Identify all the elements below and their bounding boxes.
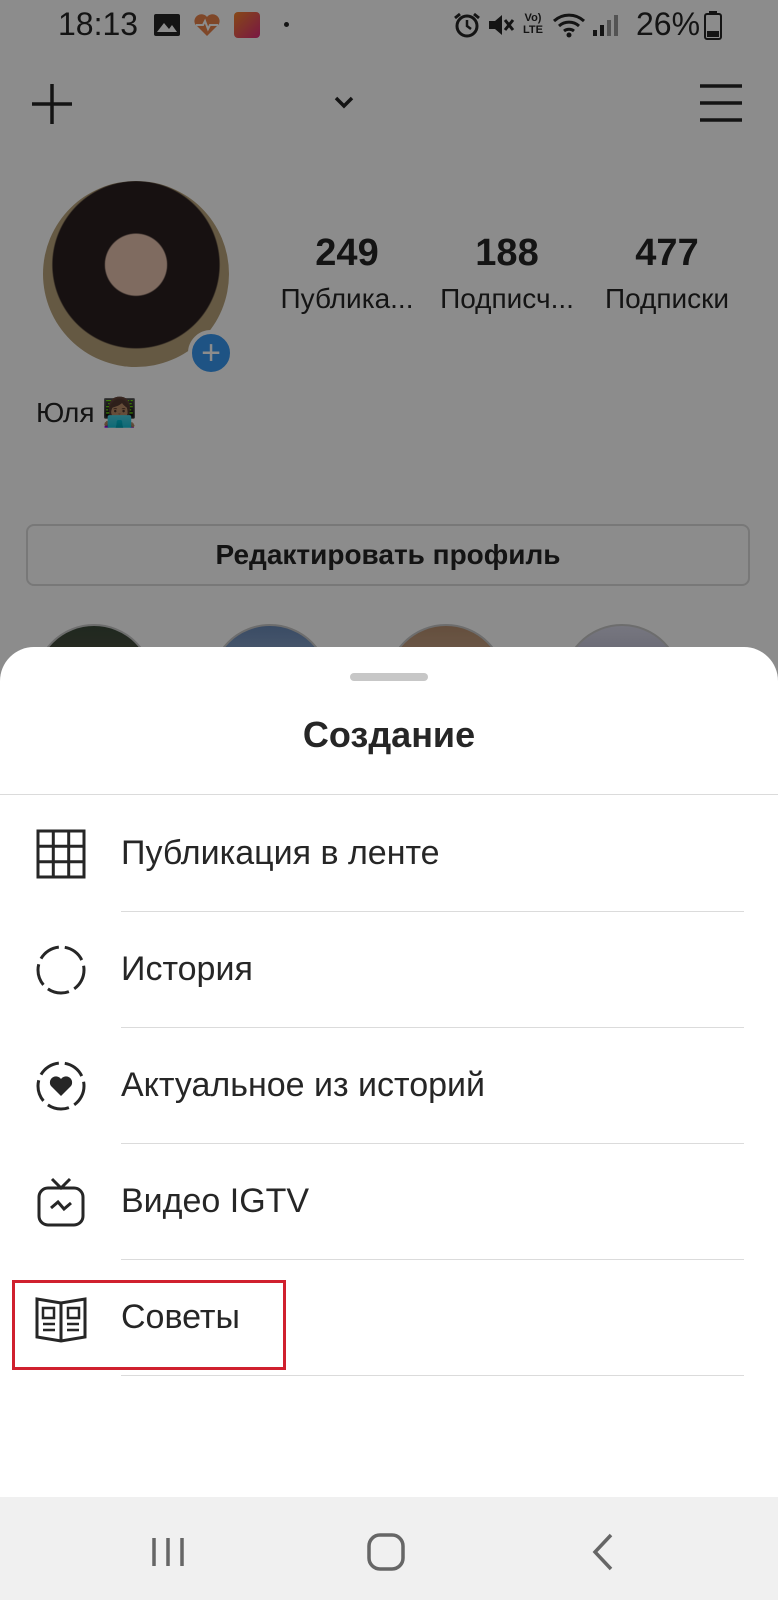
highlight-annotation-box — [12, 1280, 286, 1370]
menu-item-label: Публикация в ленте — [121, 834, 440, 872]
menu-item-label: Актуальное из историй — [121, 1066, 486, 1104]
menu-item-feed-post[interactable]: Публикация в ленте — [0, 796, 778, 912]
highlight-heart-icon — [36, 1061, 86, 1111]
home-icon[interactable] — [364, 1530, 408, 1574]
story-circle-icon — [36, 945, 86, 995]
sheet-drag-handle[interactable] — [350, 673, 428, 681]
menu-item-label: История — [121, 950, 253, 988]
recents-icon[interactable] — [146, 1530, 190, 1574]
divider — [121, 1375, 744, 1376]
menu-item-story[interactable]: История — [0, 912, 778, 1028]
menu-item-igtv[interactable]: Видео IGTV — [0, 1144, 778, 1260]
sheet-title: Создание — [302, 714, 476, 755]
divider — [0, 794, 778, 795]
back-icon[interactable] — [582, 1530, 626, 1574]
igtv-icon — [37, 1177, 85, 1227]
menu-item-highlights[interactable]: Актуальное из историй — [0, 1028, 778, 1144]
grid-icon — [36, 829, 86, 879]
menu-item-label: Видео IGTV — [121, 1182, 310, 1220]
